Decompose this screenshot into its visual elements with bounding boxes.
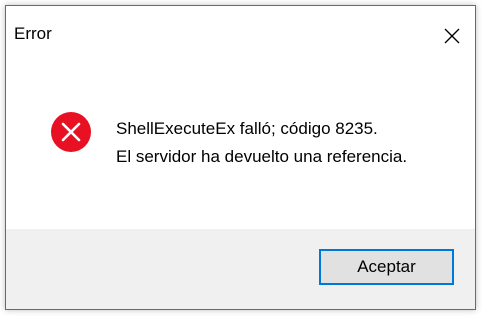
error-icon <box>51 112 91 152</box>
dialog-title: Error <box>14 24 52 43</box>
error-message-line-1: ShellExecuteEx falló; código 8235. <box>116 119 378 138</box>
error-message: ShellExecuteEx falló; código 8235. El se… <box>116 115 407 171</box>
accept-button[interactable]: Aceptar <box>319 249 454 285</box>
close-button[interactable] <box>429 6 475 66</box>
button-bar: Aceptar <box>6 229 475 309</box>
error-message-line-2: El servidor ha devuelto una referencia. <box>116 147 408 166</box>
title-bar: Error <box>6 6 475 66</box>
error-dialog: Error ShellExecuteEx falló; código 8235.… <box>5 5 476 310</box>
dialog-body: ShellExecuteEx falló; código 8235. El se… <box>6 66 475 231</box>
close-icon <box>444 28 460 44</box>
